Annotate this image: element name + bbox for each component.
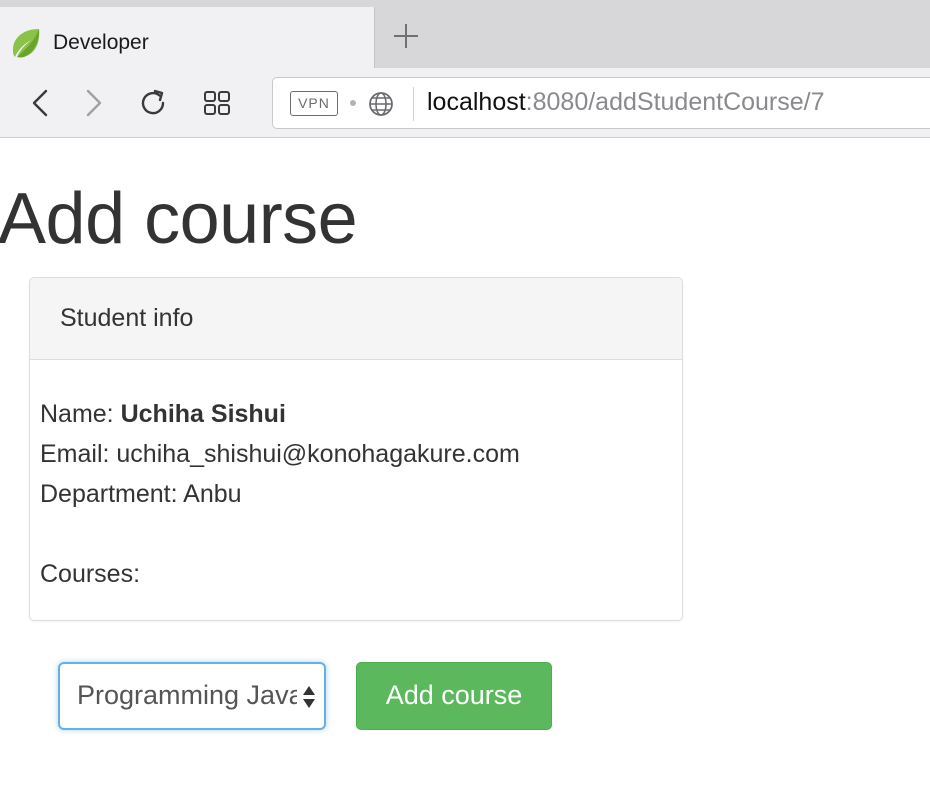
- reload-button[interactable]: [137, 87, 169, 119]
- panel-heading: Student info: [30, 278, 682, 360]
- panel-body: Name: Uchiha Sishui Email: uchiha_shishu…: [30, 360, 682, 594]
- student-info-panel: Student info Name: Uchiha Sishui Email: …: [29, 277, 683, 621]
- vpn-badge[interactable]: VPN: [290, 91, 338, 116]
- separator-dot: [350, 100, 356, 106]
- email-label: Email:: [40, 440, 117, 468]
- select-arrows-icon: [303, 686, 315, 708]
- browser-toolbar: VPN localhost:8080/addStudentCourse/7: [0, 68, 930, 138]
- name-label: Name:: [40, 400, 121, 428]
- url-host: localhost: [427, 88, 526, 116]
- url-text[interactable]: localhost:8080/addStudentCourse/7: [427, 88, 825, 117]
- student-email: uchiha_shishui@konohagakure.com: [116, 440, 520, 468]
- tab-title: Developer: [53, 31, 149, 54]
- student-email-row: Email: uchiha_shishui@konohagakure.com: [40, 434, 682, 474]
- student-department: Anbu: [183, 480, 242, 508]
- courses-label: Courses:: [40, 560, 141, 588]
- leaf-icon: [12, 29, 40, 58]
- chevron-left-icon: [32, 89, 48, 117]
- speed-dial-button[interactable]: [201, 87, 233, 119]
- course-select-value: Programming Java: [77, 680, 297, 710]
- add-course-button[interactable]: Add course: [356, 662, 552, 730]
- student-name-row: Name: Uchiha Sishui: [40, 394, 682, 434]
- back-button[interactable]: [25, 87, 57, 119]
- globe-icon[interactable]: [367, 90, 395, 118]
- grid-icon: [204, 91, 230, 115]
- course-select[interactable]: Programming Java: [58, 662, 326, 730]
- plus-icon[interactable]: [391, 21, 421, 51]
- url-divider: [413, 87, 414, 121]
- address-bar[interactable]: VPN localhost:8080/addStudentCourse/7: [272, 77, 930, 129]
- tab-strip: Developer: [0, 0, 930, 68]
- browser-tab[interactable]: Developer: [0, 7, 375, 68]
- department-label: Department:: [40, 480, 184, 508]
- student-name: Uchiha Sishui: [120, 400, 286, 428]
- reload-icon: [141, 89, 165, 115]
- student-department-row: Department: Anbu: [40, 474, 682, 514]
- page-title: Add course: [0, 179, 358, 259]
- url-path: :8080/addStudentCourse/7: [525, 88, 825, 116]
- chevron-right-icon: [86, 89, 102, 117]
- forward-button[interactable]: [77, 87, 109, 119]
